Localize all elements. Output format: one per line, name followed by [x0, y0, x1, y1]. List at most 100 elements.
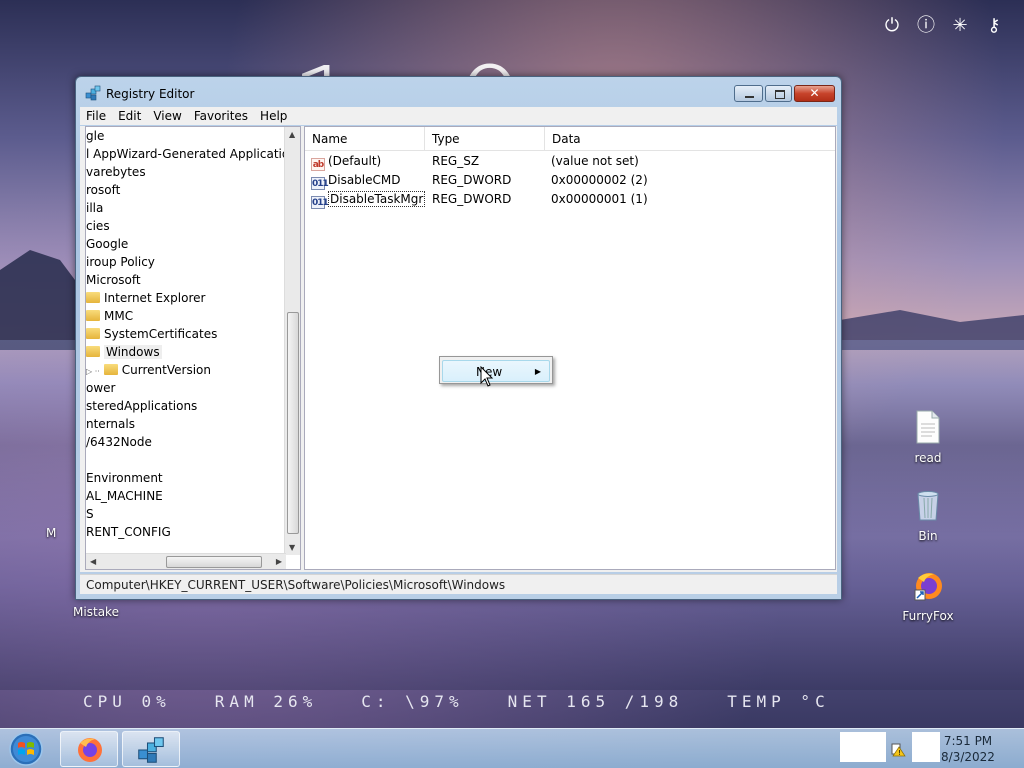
- dword-value-icon: 011: [311, 196, 329, 209]
- editor-content: gle l AppWizard-Generated Applications v…: [80, 126, 837, 572]
- tree-item[interactable]: rosoft: [86, 181, 120, 199]
- scroll-left-icon[interactable]: ◀: [90, 557, 96, 566]
- close-button[interactable]: ✕: [794, 85, 835, 102]
- menu-file[interactable]: File: [86, 109, 106, 123]
- tray-area: [840, 732, 886, 762]
- value-row[interactable]: ab (Default) REG_SZ (value not set): [305, 152, 639, 171]
- power-icon[interactable]: ⏻: [882, 16, 902, 36]
- tree-item[interactable]: varebytes: [86, 163, 146, 181]
- tree-item[interactable]: steredApplications: [86, 397, 197, 415]
- dword-value-icon: 011: [311, 177, 329, 190]
- column-header-data[interactable]: Data: [545, 127, 835, 150]
- desktop-icon-label: FurryFox: [902, 609, 954, 623]
- values-list: Name Type Data ab (Default) REG_SZ (value…: [304, 126, 836, 570]
- tree-item-selected[interactable]: Windows: [86, 343, 162, 361]
- maximize-button[interactable]: [765, 85, 792, 102]
- tree-item[interactable]: S: [86, 505, 94, 523]
- tree-item[interactable]: cies: [86, 217, 110, 235]
- start-button[interactable]: [4, 731, 48, 767]
- cpu-stat: CPU 0%: [83, 692, 171, 711]
- desktop-icon-furryfox[interactable]: FurryFox: [898, 568, 958, 623]
- folder-icon: [86, 310, 100, 321]
- window-title: Registry Editor: [106, 87, 195, 101]
- tree-vertical-scrollbar[interactable]: ▲ ▼: [284, 127, 300, 555]
- loading-icon[interactable]: ✳: [950, 16, 970, 36]
- tree-item[interactable]: ower: [86, 379, 115, 397]
- text-file-icon: [916, 410, 940, 444]
- taskbar-firefox[interactable]: [60, 731, 118, 767]
- ram-stat: RAM 26%: [214, 692, 318, 711]
- desktop-system-icons: ⏻ ⓘ ✳ ⚷: [882, 16, 1004, 36]
- tree-item[interactable]: Microsoft: [86, 271, 141, 289]
- folder-icon: [103, 364, 118, 375]
- tree-item[interactable]: Google: [86, 235, 128, 253]
- taskbar-registry-editor[interactable]: [122, 731, 180, 767]
- minimize-button[interactable]: [734, 85, 763, 102]
- clock-date: 8/3/2022: [941, 750, 995, 764]
- menu-help[interactable]: Help: [260, 109, 287, 123]
- scroll-up-icon[interactable]: ▲: [289, 130, 295, 139]
- tree-item[interactable]: nternals: [86, 415, 135, 433]
- disk-stat: C: \97%: [361, 692, 464, 711]
- status-bar-path: Computer\HKEY_CURRENT_USER\Software\Poli…: [80, 574, 837, 594]
- menu-view[interactable]: View: [153, 109, 181, 123]
- folder-icon: [86, 346, 100, 357]
- info-icon[interactable]: ⓘ: [916, 16, 936, 36]
- menu-bar: File Edit View Favorites Help: [80, 107, 837, 125]
- desktop-icon-read[interactable]: read: [898, 410, 958, 465]
- desktop-icon-bin[interactable]: Bin: [898, 488, 958, 543]
- value-row[interactable]: 011DisableCMD REG_DWORD 0x00000002 (2): [305, 171, 648, 190]
- tree-item[interactable]: l AppWizard-Generated Applications: [86, 145, 286, 163]
- recycle-bin-icon: [917, 491, 939, 521]
- key-icon[interactable]: ⚷: [984, 16, 1004, 36]
- mouse-cursor-icon: [480, 366, 494, 387]
- desktop-icon-partial[interactable]: M: [46, 526, 76, 540]
- tree-item[interactable]: gle: [86, 127, 104, 145]
- tree-item[interactable]: Internet Explorer: [86, 289, 205, 307]
- tree-item[interactable]: Environment: [86, 469, 163, 487]
- submenu-arrow-icon: ▶: [534, 367, 541, 376]
- scroll-down-icon[interactable]: ▼: [289, 543, 295, 552]
- action-center-warning-icon[interactable]: !: [890, 741, 906, 757]
- svg-text:!: !: [898, 749, 901, 757]
- expand-arrow-icon[interactable]: ▷ ··: [86, 367, 100, 376]
- value-row-focused[interactable]: 011 DisableTaskMgr REG_DWORD 0x00000001 (…: [305, 190, 648, 209]
- context-menu-new[interactable]: New ▶: [442, 360, 550, 382]
- net-stat: NET 165 /198: [507, 692, 684, 711]
- firefox-icon: [914, 573, 942, 601]
- desktop-icon-mistake[interactable]: Mistake: [66, 605, 126, 619]
- title-bar[interactable]: Registry Editor ✕: [76, 77, 841, 107]
- menu-favorites[interactable]: Favorites: [194, 109, 248, 123]
- registry-editor-icon: [138, 737, 164, 763]
- scrollbar-thumb[interactable]: [166, 556, 262, 568]
- tree-item[interactable]: illa: [86, 199, 103, 217]
- tree-item[interactable]: ▷ ·· CurrentVersion: [86, 361, 211, 379]
- folder-icon: [86, 328, 100, 339]
- registry-editor-icon: [85, 85, 101, 101]
- tree-item[interactable]: /6432Node: [86, 433, 152, 451]
- context-menu: New ▶: [439, 356, 553, 384]
- menu-edit[interactable]: Edit: [118, 109, 141, 123]
- firefox-icon: [78, 738, 102, 762]
- column-header-type[interactable]: Type: [425, 127, 545, 150]
- folder-icon: [86, 292, 100, 303]
- column-header-name[interactable]: Name: [305, 127, 425, 150]
- tree-item[interactable]: RENT_CONFIG: [86, 523, 171, 541]
- taskbar: ! 7:51 PM 8/3/2022: [0, 728, 1024, 768]
- registry-editor-window: Registry Editor ✕ File Edit View Favorit…: [75, 76, 842, 600]
- desktop-icon-label: Bin: [918, 529, 938, 543]
- list-header: Name Type Data: [305, 127, 835, 151]
- temp-stat: TEMP °C: [727, 692, 830, 711]
- scrollbar-thumb[interactable]: [287, 312, 299, 534]
- tree-item[interactable]: SystemCertificates: [86, 325, 217, 343]
- string-value-icon: ab: [311, 158, 325, 171]
- clock-time: 7:51 PM: [943, 734, 993, 748]
- taskbar-clock[interactable]: 7:51 PM 8/3/2022: [928, 733, 1008, 765]
- tree-item[interactable]: iroup Policy: [86, 253, 155, 271]
- tree-item[interactable]: MMC: [86, 307, 133, 325]
- desktop-icon-label: Mistake: [73, 605, 119, 619]
- scroll-right-icon[interactable]: ▶: [276, 557, 282, 566]
- system-stats: CPU 0% RAM 26% C: \97% NET 165 /198 TEMP…: [83, 692, 874, 711]
- tree-item[interactable]: AL_MACHINE: [86, 487, 163, 505]
- tree-horizontal-scrollbar[interactable]: ◀ ▶: [86, 553, 286, 569]
